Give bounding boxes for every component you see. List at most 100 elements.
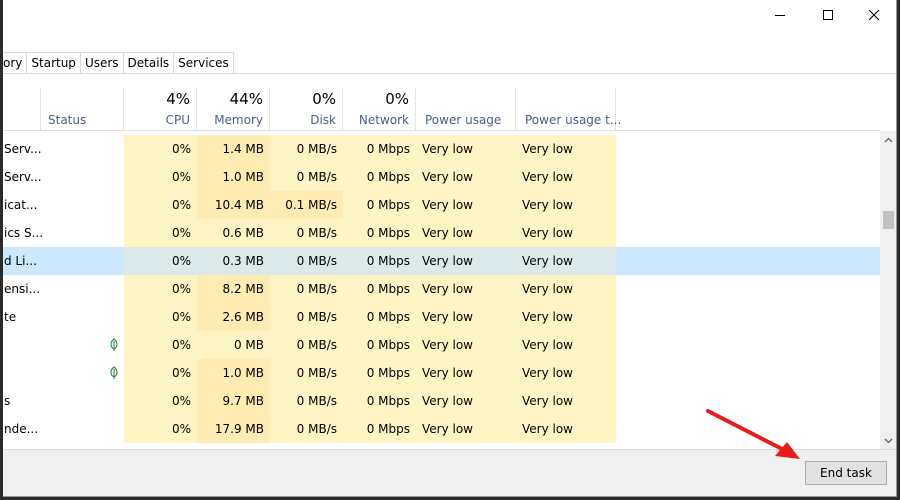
column-header-status[interactable]: Status bbox=[41, 88, 124, 130]
column-memory-label: Memory bbox=[214, 113, 263, 127]
network-value: 0 Mbps bbox=[343, 247, 416, 275]
cpu-total-percent: 4% bbox=[166, 90, 190, 108]
maximize-button[interactable] bbox=[805, 0, 851, 30]
process-name: Serv... bbox=[4, 142, 42, 156]
column-header-row: Status 4% CPU 44% Memory 0% Disk 0% Netw… bbox=[3, 88, 880, 130]
title-bar bbox=[3, 0, 896, 30]
cpu-value: 0% bbox=[124, 135, 197, 163]
memory-value: 10.4 MB bbox=[197, 191, 270, 219]
network-value: 0 Mbps bbox=[343, 191, 416, 219]
network-total-percent: 0% bbox=[385, 90, 409, 108]
network-value: 0 Mbps bbox=[343, 303, 416, 331]
power-usage-value: Very low bbox=[416, 135, 516, 163]
memory-value: 1.0 MB bbox=[197, 163, 270, 191]
leaf-icon bbox=[110, 366, 118, 379]
memory-value: 1.0 MB bbox=[197, 359, 270, 387]
column-header-memory[interactable]: 44% Memory bbox=[197, 88, 270, 130]
disk-value: 0 MB/s bbox=[270, 359, 343, 387]
table-row[interactable]: nde... 0% 17.9 MB 0 MB/s 0 Mbps Very low Very … bbox=[3, 415, 880, 443]
close-button[interactable] bbox=[851, 0, 896, 30]
table-row[interactable]: te 0% 2.6 MB 0 MB/s 0 Mbps Very low Very low bbox=[3, 303, 880, 331]
memory-value: 0.3 MB bbox=[197, 247, 270, 275]
column-header-cpu[interactable]: 4% CPU bbox=[124, 88, 197, 130]
power-usage-trend-value: Very low bbox=[516, 303, 616, 331]
column-disk-label: Disk bbox=[310, 113, 336, 127]
column-header-disk[interactable]: 0% Disk bbox=[270, 88, 343, 130]
scroll-down-button[interactable] bbox=[880, 432, 896, 449]
cpu-value: 0% bbox=[124, 247, 197, 275]
tab-strip: ory Startup Users Details Services bbox=[3, 52, 234, 74]
process-name: icat... bbox=[4, 198, 38, 212]
process-name: nde... bbox=[4, 422, 39, 436]
power-usage-trend-value: Very low bbox=[516, 275, 616, 303]
table-row[interactable]: 0% 1.0 MB 0 MB/s 0 Mbps Very low Very low bbox=[3, 359, 880, 387]
table-row[interactable]: Serv... 0% 1.0 MB 0 MB/s 0 Mbps Very low Very … bbox=[3, 163, 880, 191]
cpu-value: 0% bbox=[124, 163, 197, 191]
power-usage-value: Very low bbox=[416, 275, 516, 303]
power-usage-value: Very low bbox=[416, 331, 516, 359]
power-usage-value: Very low bbox=[416, 247, 516, 275]
table-row[interactable]: ensi... 0% 8.2 MB 0 MB/s 0 Mbps Very low Very … bbox=[3, 275, 880, 303]
power-usage-value: Very low bbox=[416, 191, 516, 219]
column-header-network[interactable]: 0% Network bbox=[343, 88, 416, 130]
power-usage-trend-value: Very low bbox=[516, 191, 616, 219]
memory-value: 0.6 MB bbox=[197, 219, 270, 247]
network-value: 0 Mbps bbox=[343, 219, 416, 247]
disk-value: 0 MB/s bbox=[270, 219, 343, 247]
power-usage-trend-value: Very low bbox=[516, 247, 616, 275]
cpu-value: 0% bbox=[124, 219, 197, 247]
task-manager-window: ory Startup Users Details Services Statu… bbox=[3, 0, 897, 497]
disk-total-percent: 0% bbox=[312, 90, 336, 108]
disk-value: 0 MB/s bbox=[270, 415, 343, 443]
memory-total-percent: 44% bbox=[229, 90, 263, 108]
vertical-scrollbar[interactable] bbox=[880, 131, 896, 449]
column-power-label: Power usage bbox=[425, 113, 502, 127]
table-row[interactable]: ics S... 0% 0.6 MB 0 MB/s 0 Mbps Very low Very… bbox=[3, 219, 880, 247]
tab-details[interactable]: Details bbox=[122, 52, 175, 74]
footer-bar: End task bbox=[3, 449, 896, 496]
power-usage-trend-value: Very low bbox=[516, 331, 616, 359]
table-row[interactable]: Serv... 0% 1.4 MB 0 MB/s 0 Mbps Very low Very … bbox=[3, 135, 880, 163]
tab-app-history[interactable]: ory bbox=[3, 52, 28, 74]
cpu-value: 0% bbox=[124, 359, 197, 387]
table-row[interactable]: s 0% 9.7 MB 0 MB/s 0 Mbps Very low Very low bbox=[3, 387, 880, 415]
column-header-name[interactable] bbox=[3, 88, 41, 130]
table-row[interactable]: icat... 0% 10.4 MB 0.1 MB/s 0 Mbps Very low Ve… bbox=[3, 191, 880, 219]
network-value: 0 Mbps bbox=[343, 387, 416, 415]
power-usage-value: Very low bbox=[416, 415, 516, 443]
power-usage-trend-value: Very low bbox=[516, 387, 616, 415]
power-usage-trend-value: Very low bbox=[516, 415, 616, 443]
end-task-button[interactable]: End task bbox=[805, 461, 887, 485]
power-usage-value: Very low bbox=[416, 303, 516, 331]
memory-value: 0 MB bbox=[197, 331, 270, 359]
chevron-up-icon bbox=[884, 137, 893, 142]
tab-startup[interactable]: Startup bbox=[26, 52, 81, 74]
tab-services[interactable]: Services bbox=[173, 52, 234, 74]
power-usage-value: Very low bbox=[416, 163, 516, 191]
power-usage-value: Very low bbox=[416, 219, 516, 247]
memory-value: 2.6 MB bbox=[197, 303, 270, 331]
network-value: 0 Mbps bbox=[343, 359, 416, 387]
process-name bbox=[3, 359, 43, 387]
disk-value: 0 MB/s bbox=[270, 275, 343, 303]
column-header-power-usage-trend[interactable]: Power usage t... bbox=[516, 88, 621, 130]
disk-value: 0 MB/s bbox=[270, 387, 343, 415]
cpu-value: 0% bbox=[124, 415, 197, 443]
column-network-label: Network bbox=[358, 113, 409, 127]
maximize-icon bbox=[823, 10, 833, 20]
power-usage-trend-value: Very low bbox=[516, 163, 616, 191]
disk-value: 0 MB/s bbox=[270, 163, 343, 191]
scroll-up-button[interactable] bbox=[880, 131, 896, 148]
table-row[interactable]: 0% 0 MB 0 MB/s 0 Mbps Very low Very low bbox=[3, 331, 880, 359]
cpu-value: 0% bbox=[124, 275, 197, 303]
tab-users[interactable]: Users bbox=[79, 52, 124, 74]
column-header-power-usage[interactable]: Power usage bbox=[416, 88, 516, 130]
table-row[interactable]: d Li... 0% 0.3 MB 0 MB/s 0 Mbps Very low Very … bbox=[3, 247, 880, 275]
scroll-thumb[interactable] bbox=[883, 211, 894, 229]
chevron-down-icon bbox=[884, 438, 893, 443]
column-cpu-label: CPU bbox=[165, 113, 190, 127]
process-name: d Li... bbox=[4, 254, 37, 268]
process-list: Serv... 0% 1.4 MB 0 MB/s 0 Mbps Very low Very … bbox=[3, 131, 880, 449]
minimize-button[interactable] bbox=[757, 0, 803, 30]
process-name: ics S... bbox=[4, 226, 43, 240]
